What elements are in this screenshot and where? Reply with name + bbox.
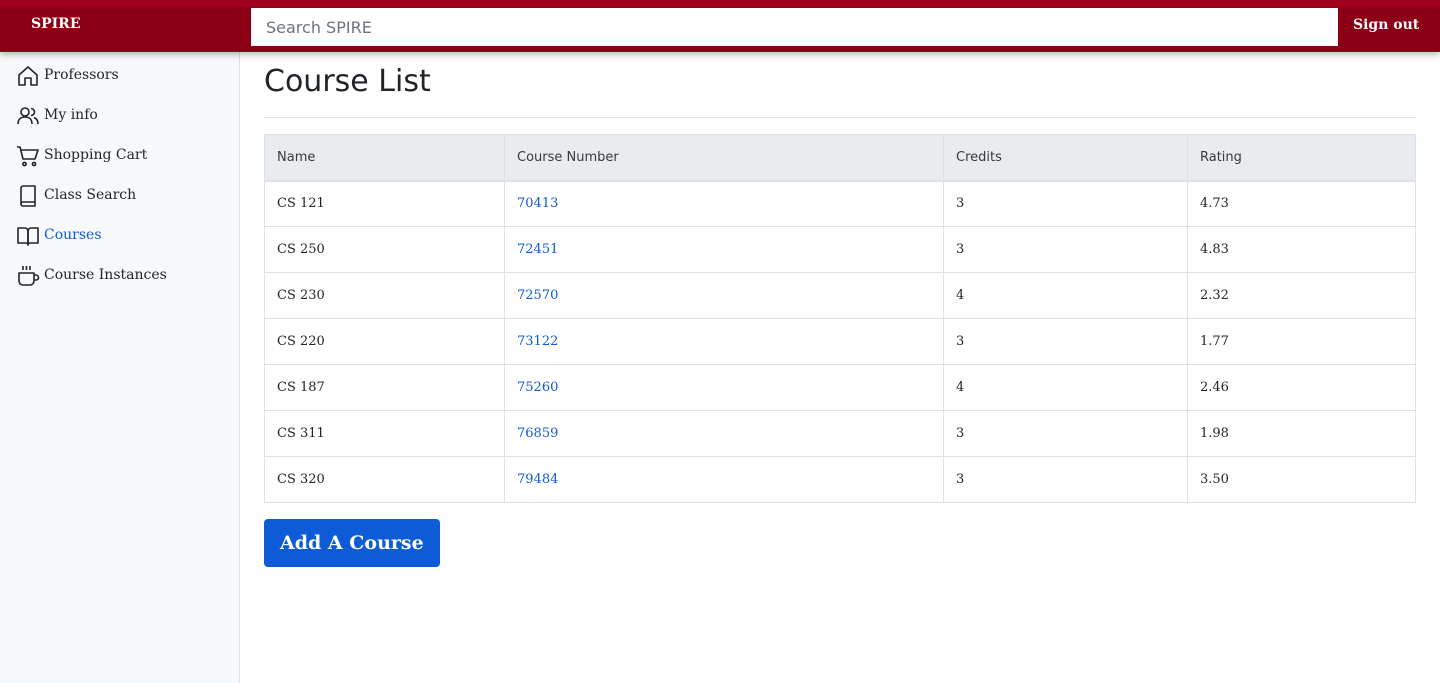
course-number-link[interactable]: 73122 xyxy=(517,334,558,349)
course-name: CS 121 xyxy=(264,180,505,227)
table-row: CS 250 72451 3 4.83 xyxy=(264,226,1416,273)
table-row: CS 220 73122 3 1.77 xyxy=(264,318,1416,365)
sidebar-item-shopping-cart[interactable]: Shopping Cart xyxy=(0,144,239,184)
course-rating: 1.98 xyxy=(1187,410,1416,457)
home-icon xyxy=(16,64,40,88)
column-header-credits[interactable]: Credits xyxy=(943,134,1188,182)
main-content: Course List Name Course Number Credits R… xyxy=(264,52,1416,567)
course-credits: 3 xyxy=(943,226,1188,273)
add-course-button[interactable]: Add A Course xyxy=(264,519,440,567)
sign-out-link[interactable]: Sign out xyxy=(1353,17,1419,33)
table-row: CS 121 70413 3 4.73 xyxy=(264,180,1416,227)
column-header-course-number[interactable]: Course Number xyxy=(504,134,944,182)
course-credits: 3 xyxy=(943,318,1188,365)
course-number-link[interactable]: 72451 xyxy=(517,242,558,257)
sidebar-item-label: Class Search xyxy=(44,187,137,203)
course-name: CS 187 xyxy=(264,364,505,411)
sidebar-item-label: My info xyxy=(44,107,98,123)
sidebar-item-label: Course Instances xyxy=(44,267,167,283)
course-number-link[interactable]: 79484 xyxy=(517,472,558,487)
sidebar: Professors My info Shopping Cart Class S… xyxy=(0,52,240,683)
course-name: CS 250 xyxy=(264,226,505,273)
table-row: CS 187 75260 4 2.46 xyxy=(264,364,1416,411)
course-number-link[interactable]: 72570 xyxy=(517,288,558,303)
course-number-link[interactable]: 70413 xyxy=(517,196,558,211)
course-name: CS 320 xyxy=(264,456,505,503)
course-credits: 4 xyxy=(943,272,1188,319)
course-rating: 2.46 xyxy=(1187,364,1416,411)
column-header-rating[interactable]: Rating xyxy=(1187,134,1416,182)
search-input[interactable] xyxy=(251,8,1338,46)
course-name: CS 220 xyxy=(264,318,505,365)
page-title: Course List xyxy=(264,64,431,99)
brand-logo[interactable]: SPIRE xyxy=(31,16,81,32)
book-icon xyxy=(16,184,40,208)
sidebar-item-course-instances[interactable]: Course Instances xyxy=(0,264,239,304)
course-rating: 4.73 xyxy=(1187,180,1416,227)
sidebar-item-professors[interactable]: Professors xyxy=(0,64,239,104)
sidebar-item-label: Shopping Cart xyxy=(44,147,148,163)
cart-icon xyxy=(16,144,40,168)
table-row: CS 230 72570 4 2.32 xyxy=(264,272,1416,319)
sidebar-item-label: Professors xyxy=(44,67,119,83)
course-credits: 3 xyxy=(943,410,1188,457)
course-credits: 3 xyxy=(943,180,1188,227)
course-number-link[interactable]: 75260 xyxy=(517,380,558,395)
course-name: CS 311 xyxy=(264,410,505,457)
course-number-link[interactable]: 76859 xyxy=(517,426,558,441)
course-rating: 1.77 xyxy=(1187,318,1416,365)
sidebar-item-my-info[interactable]: My info xyxy=(0,104,239,144)
divider xyxy=(264,117,1416,118)
table-header-row: Name Course Number Credits Rating xyxy=(264,134,1416,182)
table-row: CS 311 76859 3 1.98 xyxy=(264,410,1416,457)
table-row: CS 320 79484 3 3.50 xyxy=(264,456,1416,503)
course-rating: 4.83 xyxy=(1187,226,1416,273)
course-name: CS 230 xyxy=(264,272,505,319)
course-credits: 4 xyxy=(943,364,1188,411)
people-icon xyxy=(16,104,40,128)
course-rating: 2.32 xyxy=(1187,272,1416,319)
sidebar-item-label: Courses xyxy=(44,227,102,243)
sidebar-item-courses[interactable]: Courses xyxy=(0,224,239,264)
course-table: Name Course Number Credits Rating CS 121… xyxy=(264,134,1416,503)
open-book-icon xyxy=(16,224,40,248)
cup-icon xyxy=(16,264,40,288)
course-credits: 3 xyxy=(943,456,1188,503)
course-rating: 3.50 xyxy=(1187,456,1416,503)
column-header-name[interactable]: Name xyxy=(264,134,505,182)
top-navbar: SPIRE Sign out xyxy=(0,0,1440,52)
sidebar-item-class-search[interactable]: Class Search xyxy=(0,184,239,224)
